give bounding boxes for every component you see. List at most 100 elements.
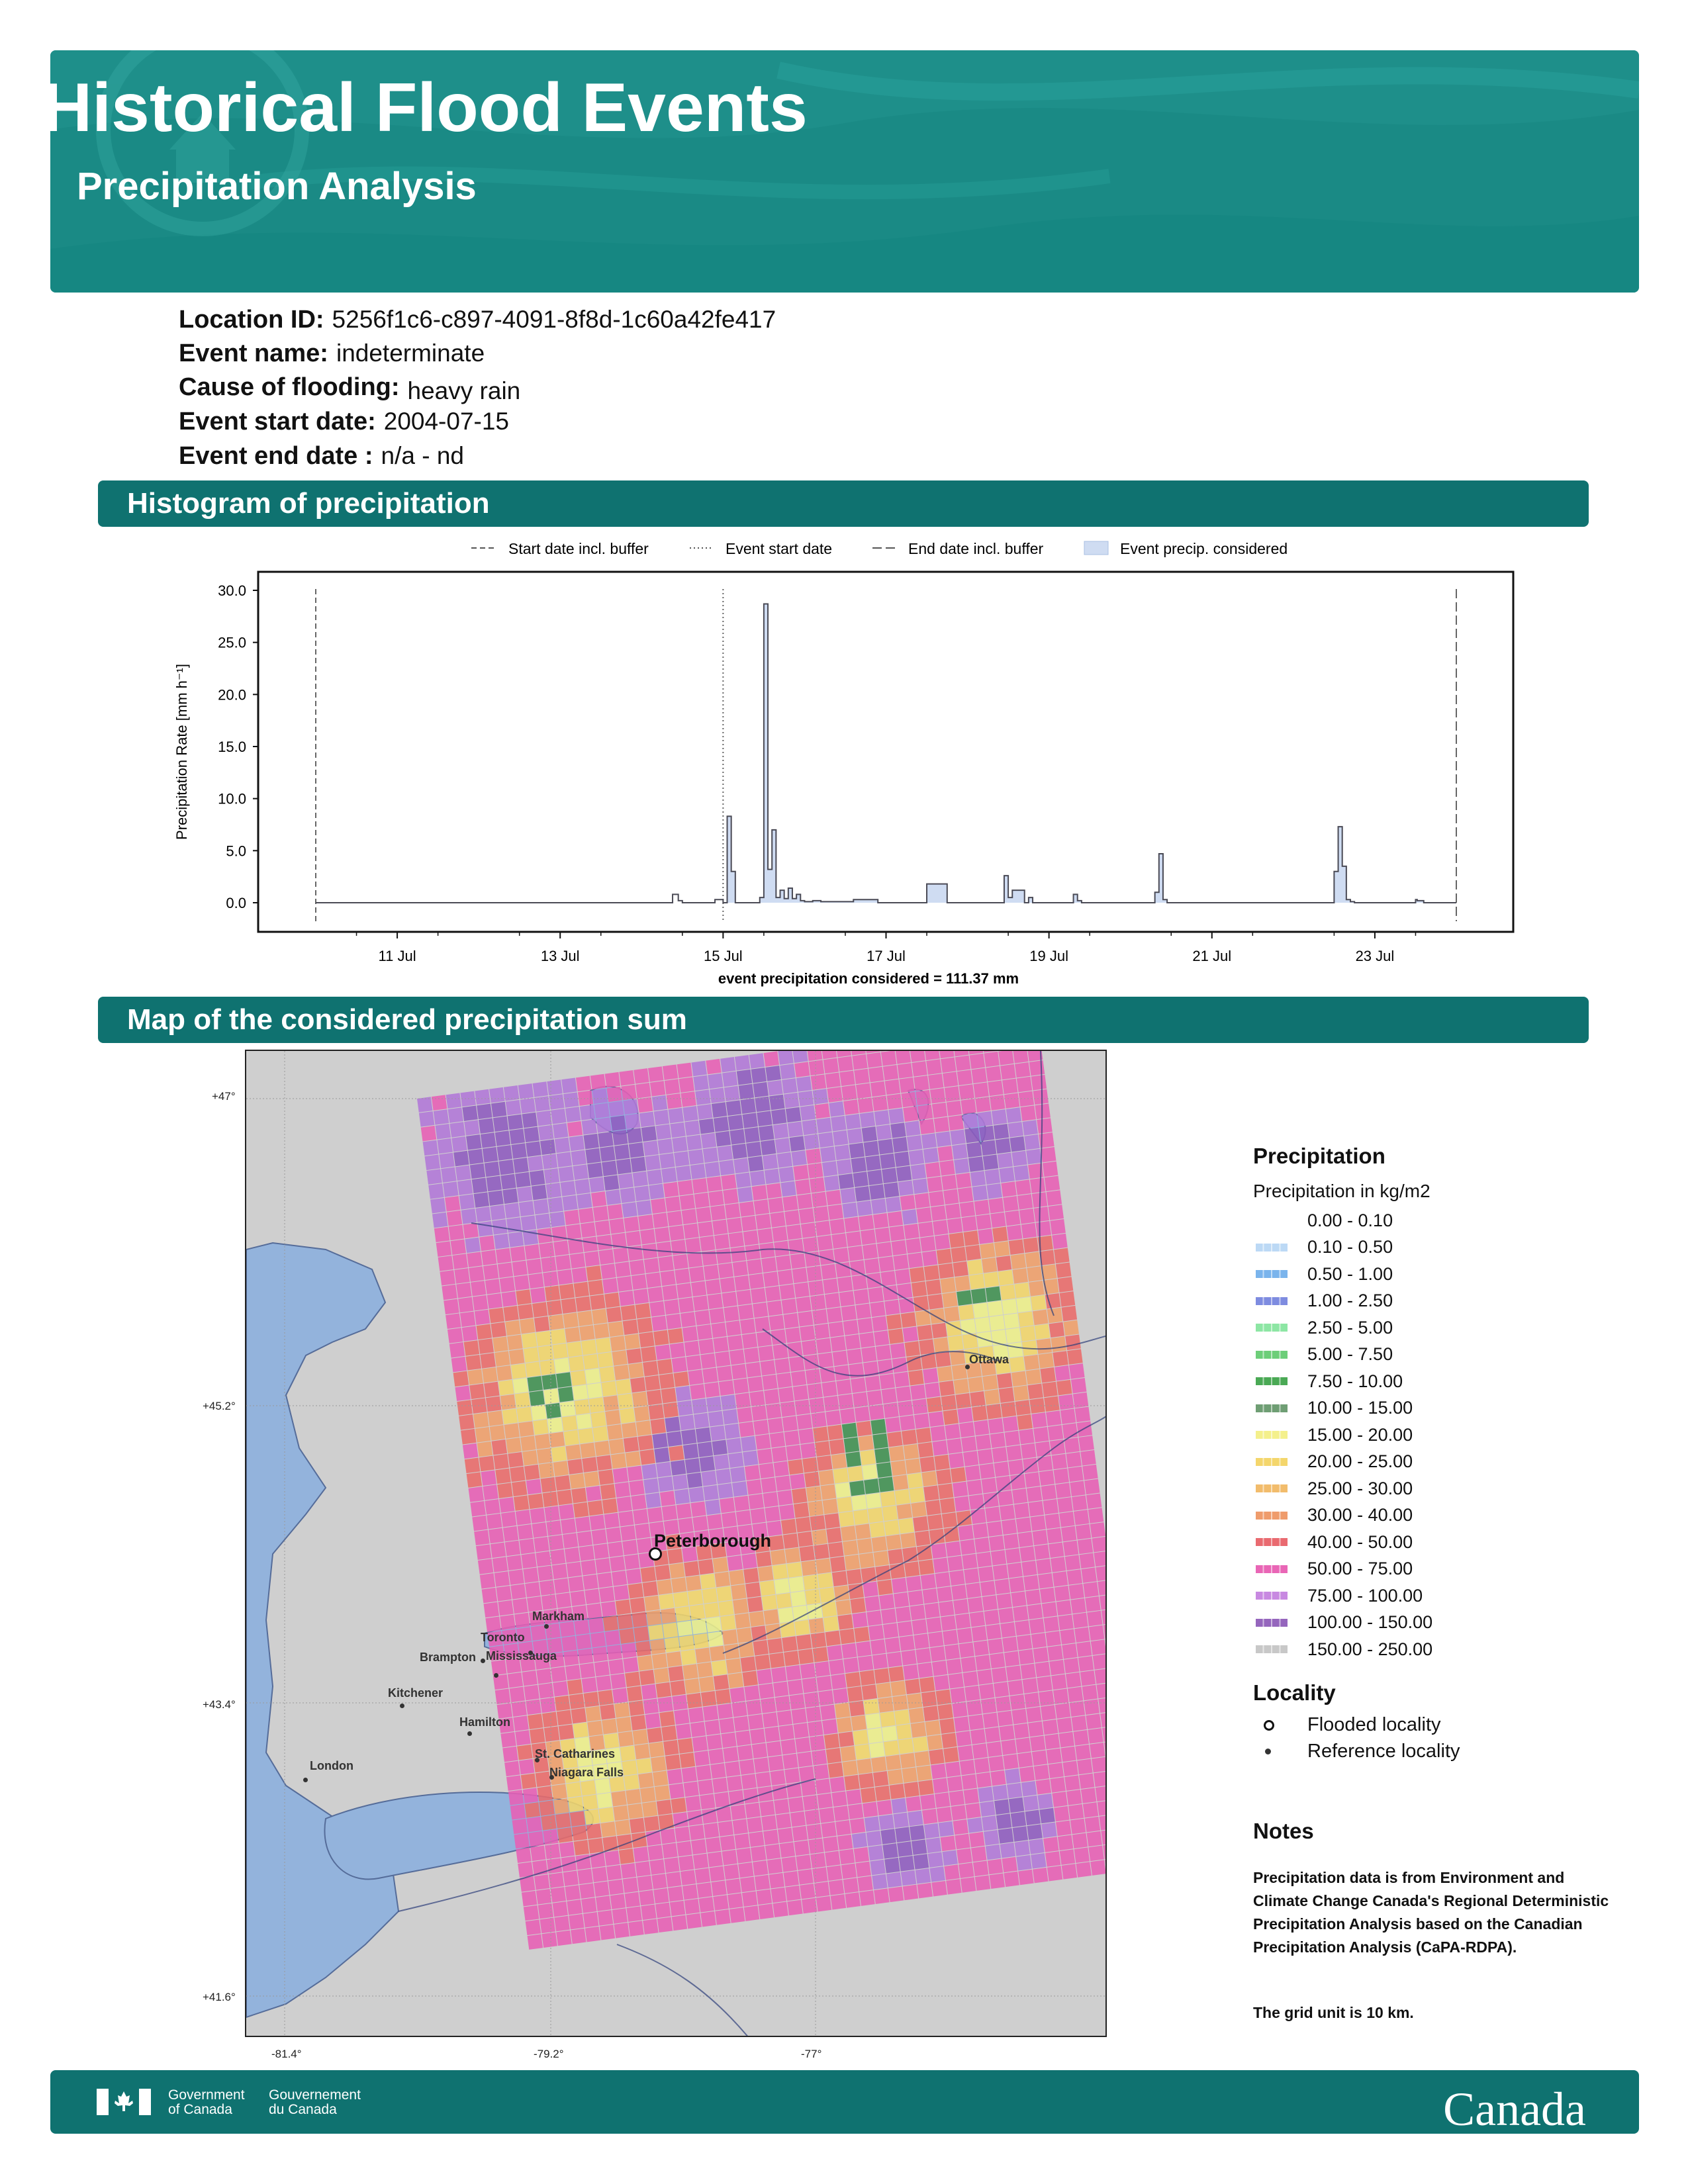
grid-cell (492, 1557, 508, 1572)
grid-cell (902, 1884, 919, 1901)
grid-cell (900, 1195, 916, 1210)
grid-cell (906, 1576, 922, 1592)
grid-cell (964, 1127, 980, 1144)
grid-cell (753, 1081, 769, 1098)
chart-annotation: event precipitation considered = 111.37 … (718, 970, 1019, 987)
plot-frame (257, 570, 1515, 933)
grid-cell (666, 1872, 682, 1888)
grid-cell (998, 1608, 1014, 1623)
legend-item: 75.00 - 100.00 (1253, 1582, 1624, 1610)
grid-cell (682, 1664, 698, 1680)
grid-cell (484, 1381, 500, 1398)
grid-cell (1021, 1561, 1037, 1576)
grid-cell (559, 1504, 575, 1520)
grid-cell (654, 1447, 670, 1463)
grid-cell (535, 1771, 551, 1788)
grid-cell (661, 1505, 678, 1521)
grid-cell (892, 1475, 909, 1490)
grid-cell (988, 1418, 1004, 1434)
grid-cell (782, 1636, 798, 1652)
grid-cell (466, 1134, 482, 1150)
grid-cell (943, 1409, 959, 1426)
grid-cell (1001, 1181, 1017, 1197)
grid-cell (504, 1203, 520, 1218)
grid-cell (786, 1562, 803, 1578)
grid-cell (951, 1246, 967, 1263)
grid-cell (867, 1610, 882, 1626)
grid-cell (941, 1615, 957, 1631)
grid-cell (850, 1377, 867, 1393)
grid-cell (450, 1239, 467, 1255)
grid-cell (495, 1468, 511, 1484)
grid-cell (669, 1563, 685, 1579)
grid-cell (698, 1118, 715, 1134)
grid-cell (641, 1126, 657, 1142)
grid-cell (553, 1578, 570, 1594)
grid-cell (925, 1720, 941, 1736)
grid-cell (677, 1179, 694, 1196)
grid-cell (1081, 1567, 1097, 1583)
grid-cell (820, 1484, 837, 1500)
grid-cell (782, 1078, 798, 1094)
lon-tick-79-2: -79.2° (534, 2048, 564, 2060)
grid-cell (733, 1158, 749, 1174)
grid-cell (556, 1930, 572, 1946)
grid-cell (695, 1427, 712, 1443)
grid-cell (762, 1712, 778, 1728)
grid-cell (978, 1786, 994, 1803)
grid-cell (1000, 1622, 1016, 1638)
grid-cell (769, 1094, 785, 1111)
grid-cell (526, 1141, 541, 1157)
grid-cell (788, 1459, 804, 1475)
grid-cell (614, 1364, 630, 1381)
grid-cell (806, 1148, 821, 1164)
grid-cell (956, 1510, 972, 1526)
grid-cell (727, 1115, 744, 1130)
grid-cell (618, 1848, 635, 1864)
grid-cell (680, 1649, 696, 1665)
grid-cell (896, 1723, 912, 1740)
grid-cell (804, 1471, 820, 1488)
grid-cell (663, 1740, 679, 1756)
grid-cell (641, 1684, 657, 1700)
page-subtitle: Precipitation Analysis (77, 165, 477, 208)
grid-cell (905, 1120, 921, 1136)
grid-cell (642, 1361, 659, 1377)
grid-cell (997, 1152, 1013, 1169)
grid-cell (890, 1122, 906, 1138)
grid-cell (736, 1069, 753, 1085)
grid-cell (886, 1093, 903, 1110)
grid-cell (845, 1334, 861, 1350)
grid-cell (763, 1051, 780, 1067)
grid-cell (809, 1177, 825, 1193)
grid-cell (1050, 1557, 1066, 1572)
grid-cell (687, 1251, 703, 1268)
grid-cell (932, 1440, 948, 1456)
grid-cell (808, 1617, 825, 1634)
grid-cell (539, 1800, 555, 1816)
grid-cell (494, 1688, 511, 1705)
grid-cell (865, 1596, 880, 1612)
grid-cell (633, 1509, 649, 1525)
grid-cell (613, 1247, 629, 1263)
grid-cell (832, 1350, 848, 1367)
grid-cell (801, 1340, 818, 1356)
grid-cell (541, 1154, 558, 1169)
grid-cell (637, 1435, 654, 1451)
grid-cell (672, 1474, 688, 1490)
grid-cell (1005, 1548, 1021, 1564)
grid-cell (883, 1402, 899, 1418)
grid-cell (900, 1532, 916, 1549)
grid-cell (614, 1482, 631, 1498)
grid-cell (1088, 1625, 1105, 1641)
grid-cell (1042, 1719, 1058, 1735)
grid-cell (484, 1161, 500, 1177)
grid-cell (850, 1598, 866, 1614)
grid-cell (962, 1451, 979, 1467)
grid-cell (708, 1749, 724, 1764)
grid-cell (967, 1259, 983, 1275)
grid-cell (901, 1649, 917, 1666)
grid-cell (620, 1525, 636, 1541)
grid-cell (1037, 1455, 1053, 1472)
grid-cell (738, 1304, 754, 1320)
